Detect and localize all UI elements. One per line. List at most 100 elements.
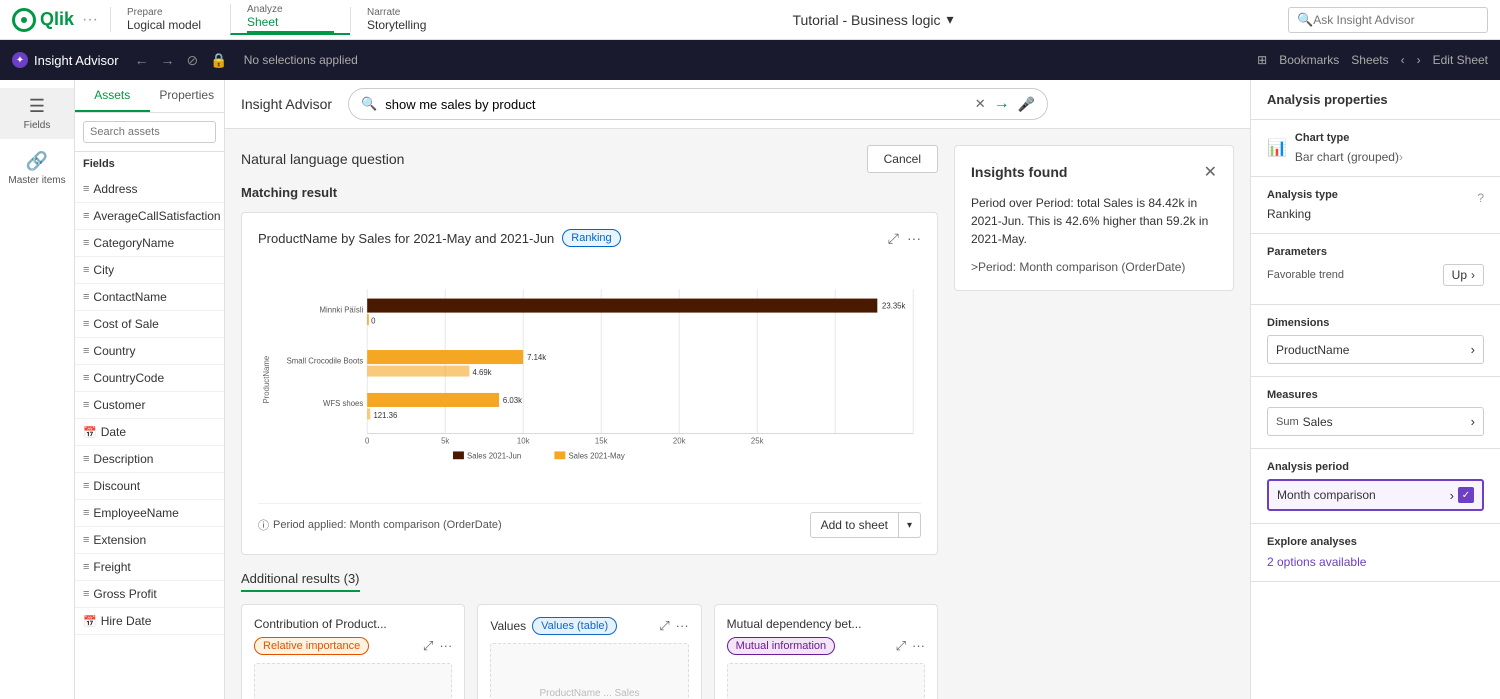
insights-panel-header: Insights found ✕ [971,162,1217,182]
svg-text:121.36: 121.36 [373,411,397,420]
text-icon-city: ≡ [83,264,89,276]
bar-chart-svg: ProductName Minnki Päïsli [258,255,921,495]
period-checkbox[interactable]: ✓ [1458,487,1474,503]
field-item-freight[interactable]: ≡ Freight [75,554,224,581]
insights-found-panel: Insights found ✕ Period over Period: tot… [954,145,1234,291]
insight-search-input[interactable] [385,97,966,112]
explore-analyses-section: Explore analyses 2 options available [1251,524,1500,582]
relative-importance-badge: Relative importance [254,637,369,655]
field-item-employee[interactable]: ≡ EmployeeName [75,500,224,527]
menu-dots[interactable]: ··· [82,11,98,29]
field-item-category[interactable]: ≡ CategoryName [75,230,224,257]
period-text: ⓘ Period applied: Month comparison (Orde… [258,517,502,533]
selections-text: No selections applied [244,53,1241,67]
measure-value: Sales [1303,415,1333,429]
analysis-type-value: Ranking [1267,207,1484,221]
analyze-section[interactable]: Analyze Sheet [230,4,350,35]
sidebar-master-items-btn[interactable]: 🔗 Master items [0,143,74,194]
expand-chart-icon[interactable]: ⤢ [888,230,899,247]
edit-sheet-btn[interactable]: Edit Sheet [1433,53,1488,67]
add-to-sheet-label[interactable]: Add to sheet [811,513,899,537]
prepare-section[interactable]: Prepare Logical model [110,7,230,32]
search-assets-input[interactable] [83,121,216,143]
mic-icon[interactable]: 🎤 [1018,96,1035,113]
insights-text: Period over Period: total Sales is 84.42… [971,194,1217,248]
measures-value-row[interactable]: Sum Sales › [1267,407,1484,436]
add-to-sheet-dropdown-icon[interactable]: ▾ [899,515,920,536]
dimension-label: ProductName [1276,343,1349,357]
svg-text:5k: 5k [441,437,449,446]
bar-wfs-jun [367,393,499,407]
bar-small-may [367,366,469,377]
bookmarks-btn[interactable]: Bookmarks [1279,53,1339,67]
fields-panel: Assets Properties Fields ≡ Address ≡ Ave… [75,80,225,699]
close-insights-icon[interactable]: ✕ [1204,162,1217,182]
chart-type-chevron-icon: › [1399,150,1403,164]
arrow-right-icon[interactable]: → [994,95,1010,113]
selection-back-icon[interactable]: ← [135,52,149,68]
insights-link[interactable]: >Period: Month comparison (OrderDate) [971,260,1217,274]
main-chart-card: ProductName by Sales for 2021-May and 20… [241,212,938,555]
field-item-cost[interactable]: ≡ Cost of Sale [75,311,224,338]
search-bar-icon: 🔍 [361,96,377,112]
fields-header: Fields [75,152,224,176]
field-item-date[interactable]: 📅 Date [75,419,224,446]
field-item-discount[interactable]: ≡ Discount [75,473,224,500]
second-bar-right: ⊞ Bookmarks Sheets ‹ › Edit Sheet [1257,53,1488,67]
field-item-countrycode[interactable]: ≡ CountryCode [75,365,224,392]
cancel-button[interactable]: Cancel [867,145,938,173]
app-title[interactable]: Tutorial - Business logic ▾ [792,11,953,28]
second-bar: ✦ Insight Advisor ← → ⊘ 🔒 No selections … [0,40,1500,80]
more-small-chart2-icon[interactable]: ··· [676,618,689,634]
grid-icon[interactable]: ⊞ [1257,53,1267,67]
svg-text:0: 0 [365,437,370,446]
period-selector[interactable]: Month comparison › ✓ [1267,479,1484,511]
favorable-trend-row: Favorable trend Up › [1267,264,1484,286]
logo-area: Qlik ··· [0,8,110,32]
chart-type-section: 📊 Chart type Bar chart (grouped) › [1251,120,1500,177]
field-item-customer[interactable]: ≡ Customer [75,392,224,419]
field-item-description[interactable]: ≡ Description [75,446,224,473]
svg-text:Sales 2021-Jun: Sales 2021-Jun [467,451,521,460]
ask-insight-input[interactable] [1313,13,1468,27]
favorable-trend-value[interactable]: Up › [1443,264,1484,286]
field-item-country[interactable]: ≡ Country [75,338,224,365]
explore-analyses-link[interactable]: 2 options available [1267,555,1366,569]
analysis-period-label: Analysis period [1267,461,1484,473]
fields-icon: ☰ [29,96,45,117]
chart-title: ProductName by Sales for 2021-May and 20… [258,231,554,246]
nav-back-icon[interactable]: ‹ [1401,53,1405,67]
insight-advisor-btn[interactable]: ✦ Insight Advisor [12,52,119,68]
expand-small-chart2-icon[interactable]: ⤢ [659,618,669,634]
field-item-avgcall[interactable]: ≡ AverageCallSatisfaction [75,203,224,230]
mutual-info-badge: Mutual information [727,637,836,655]
ask-insight-search[interactable]: 🔍 [1288,7,1488,33]
lock-icon[interactable]: 🔒 [210,52,227,69]
field-item-hiredate[interactable]: 📅 Hire Date [75,608,224,635]
sidebar-fields-btn[interactable]: ☰ Fields [0,88,74,139]
clear-selections-icon[interactable]: ⊘ [187,52,199,69]
chart-type-value[interactable]: Bar chart (grouped) › [1295,150,1403,164]
field-item-city[interactable]: ≡ City [75,257,224,284]
sheets-btn[interactable]: Sheets [1351,53,1388,67]
tab-assets[interactable]: Assets [75,80,150,112]
field-item-extension[interactable]: ≡ Extension [75,527,224,554]
more-options-icon[interactable]: ··· [907,230,921,247]
tab-properties[interactable]: Properties [150,80,225,112]
text-icon-address: ≡ [83,183,89,195]
clear-search-icon[interactable]: ✕ [975,96,986,112]
expand-small-chart1-icon[interactable]: ⤢ [423,638,433,654]
expand-small-chart3-icon[interactable]: ⤢ [896,638,906,654]
more-small-chart1-icon[interactable]: ··· [439,638,452,654]
field-item-grossprofit[interactable]: ≡ Gross Profit [75,581,224,608]
field-item-contact[interactable]: ≡ ContactName [75,284,224,311]
dimension-value-row[interactable]: ProductName › [1267,335,1484,364]
analysis-type-help-icon[interactable]: ? [1477,191,1484,205]
field-item-address[interactable]: ≡ Address [75,176,224,203]
add-to-sheet-btn[interactable]: Add to sheet ▾ [810,512,921,538]
nav-forward-icon[interactable]: › [1417,53,1421,67]
narrate-section[interactable]: Narrate Storytelling [350,7,470,32]
selection-forward-icon[interactable]: → [161,52,175,68]
text-icon-extension: ≡ [83,534,89,546]
more-small-chart3-icon[interactable]: ··· [912,638,925,654]
